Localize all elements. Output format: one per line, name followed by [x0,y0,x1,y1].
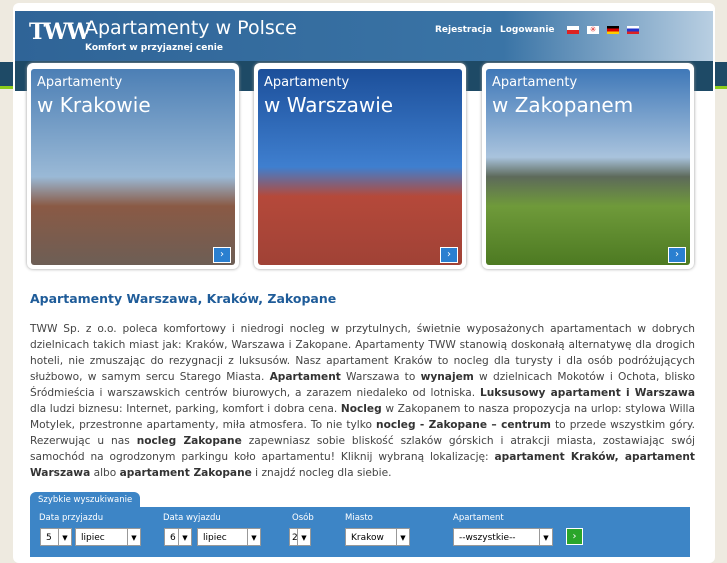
intro-paragraph: TWW Sp. z o.o. poleca komfortowy i niedr… [30,321,695,481]
english-flag-icon[interactable]: ✳ [587,26,599,34]
card-title-line2: w Zakopanem [492,93,634,117]
german-flag-icon[interactable] [607,26,619,34]
departure-label: Data wyjazdu [163,513,221,523]
departure-month-select[interactable]: lipiec ▼ [197,528,261,546]
bold-link-text: Apartament [269,371,341,383]
paragraph-text: albo [90,467,120,479]
russian-flag-icon[interactable] [627,26,639,34]
quick-search-tab[interactable]: Szybkie wyszukiwanie [30,492,141,508]
page-heading: Apartamenty Warszawa, Kraków, Zakopane [30,291,337,306]
polish-flag-icon[interactable] [567,26,579,34]
city-label: Miasto [345,513,373,523]
arrow-right-icon[interactable]: › [668,247,686,263]
value: Krakow [351,533,384,543]
value: lipiec [203,533,227,543]
login-link[interactable]: Logowanie [500,25,555,35]
arrow-right-icon[interactable]: › [213,247,231,263]
city-select[interactable]: Krakow ▼ [345,528,410,546]
departure-day-select[interactable]: 6 ▼ [164,528,192,546]
chevron-down-icon: ▼ [178,529,191,545]
chevron-down-icon: ▼ [297,529,310,545]
card-krakow[interactable]: Apartamenty w Krakowie › [27,63,239,269]
value: 5 [46,533,52,543]
card-title-line1: Apartamenty [264,75,350,90]
apartment-label: Apartament [453,513,504,523]
register-link[interactable]: Rejestracja [435,25,492,35]
apartment-select[interactable]: --wszystkie-- ▼ [453,528,553,546]
bold-link-text: Luksusowy apartament i Warszawa [479,387,695,399]
bold-link-text: nocleg Zakopane [136,435,242,447]
search-go-button[interactable]: › [566,528,583,545]
persons-label: Osób [292,513,314,523]
bold-link-text: Nocleg [340,403,382,415]
chevron-down-icon: ▼ [539,529,552,545]
chevron-down-icon: ▼ [247,529,260,545]
paragraph-text: Warszawa to [340,371,421,383]
chevron-down-icon: ▼ [127,529,140,545]
card-title-line2: w Krakowie [37,93,151,117]
chevron-down-icon: ▼ [58,529,71,545]
value: 6 [170,533,176,543]
paragraph-text: dla ludzi biznesu: Internet, parking, ko… [30,403,341,415]
card-title-line1: Apartamenty [492,75,578,90]
logo[interactable]: TWW [29,19,91,45]
card-title-line2: w Warszawie [264,93,394,117]
persons-select[interactable]: 2 ▼ [289,528,311,546]
bold-link-text: wynajem [420,371,474,383]
header: TWW Apartamenty w Polsce Komfort w przyj… [15,11,713,61]
bold-link-text: apartament Zakopane [119,467,252,479]
site-subtitle: Komfort w przyjaznej cenie [85,43,223,53]
arrow-right-icon[interactable]: › [440,247,458,263]
card-zakopane[interactable]: Apartamenty w Zakopanem › [482,63,694,269]
bold-link-text: nocleg - Zakopane – centrum [376,419,551,431]
card-warszawa[interactable]: Apartamenty w Warszawie › [254,63,466,269]
card-title-line1: Apartamenty [37,75,123,90]
value: lipiec [81,533,105,543]
arrival-label: Data przyjazdu [39,513,104,523]
value: --wszystkie-- [459,533,516,543]
arrival-day-select[interactable]: 5 ▼ [40,528,72,546]
site-title: Apartamenty w Polsce [85,17,297,39]
chevron-down-icon: ▼ [396,529,409,545]
paragraph-text: i znajdź nocleg dla siebie. [251,467,392,479]
arrival-month-select[interactable]: lipiec ▼ [75,528,141,546]
